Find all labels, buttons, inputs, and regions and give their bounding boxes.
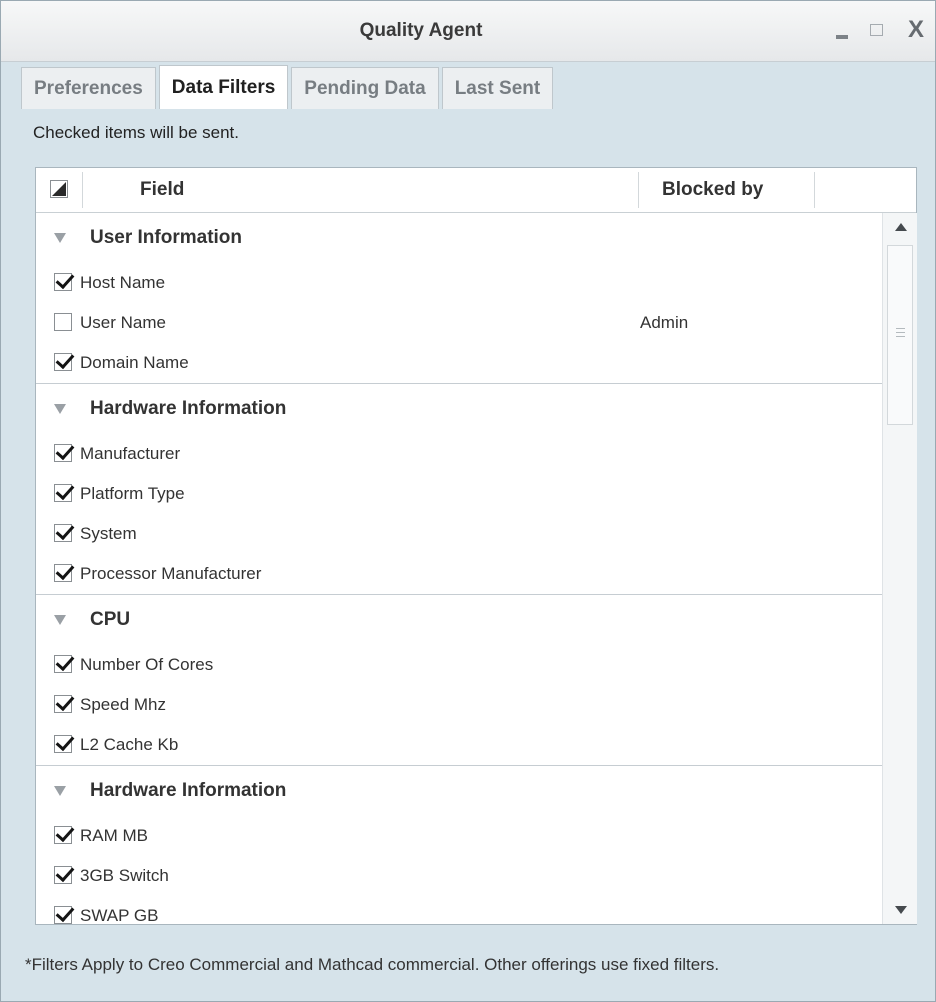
group-title: User Information	[90, 227, 243, 248]
scroll-down-arrow-icon[interactable]	[883, 894, 917, 924]
table-row: Platform Type	[36, 474, 882, 514]
quality-agent-window: Quality Agent X Preferences Data Filters…	[0, 0, 936, 1002]
table-row: Speed Mhz	[36, 685, 882, 725]
row-blocked-by: Admin	[640, 313, 689, 332]
row-field-label: System	[80, 524, 137, 543]
table-header: Field Blocked by	[36, 168, 916, 213]
row-field-label: 3GB Switch	[80, 866, 169, 885]
table-row: User Name Admin	[36, 303, 882, 343]
tab-last-sent[interactable]: Last Sent	[441, 67, 554, 109]
column-header-field[interactable]: Field	[140, 168, 184, 212]
row-field-label: Number Of Cores	[80, 655, 214, 674]
select-all-icon[interactable]	[50, 180, 68, 198]
row-checkbox[interactable]	[54, 353, 72, 371]
maximize-button[interactable]	[867, 21, 887, 41]
title-bar[interactable]: Quality Agent X	[1, 1, 935, 62]
tab-data-filters[interactable]: Data Filters	[158, 65, 289, 109]
row-checkbox[interactable]	[54, 564, 72, 582]
tab-bar: Preferences Data Filters Pending Data La…	[21, 65, 556, 111]
column-divider	[638, 172, 639, 208]
filters-table: Field Blocked by User Information Host Na…	[35, 167, 917, 925]
table-row: SWAP GB	[36, 896, 882, 924]
row-field-label: Platform Type	[80, 484, 185, 503]
row-field-label: Processor Manufacturer	[80, 564, 262, 583]
row-field-label: RAM MB	[80, 826, 148, 845]
close-button[interactable]: X	[901, 15, 931, 45]
column-divider	[82, 172, 83, 208]
row-field-label: User Name	[80, 313, 166, 332]
table-row: Processor Manufacturer	[36, 554, 882, 594]
row-checkbox[interactable]	[54, 273, 72, 291]
row-checkbox[interactable]	[54, 906, 72, 924]
group-header[interactable]: Hardware Information	[36, 765, 882, 816]
row-field-label: Host Name	[80, 273, 166, 292]
group-header[interactable]: CPU	[36, 594, 882, 645]
group-header[interactable]: User Information	[36, 213, 882, 263]
row-checkbox[interactable]	[54, 695, 72, 713]
collapse-triangle-icon[interactable]	[54, 404, 66, 414]
row-field-label: Manufacturer	[80, 444, 181, 463]
table-body: User Information Host Name User Name Admin D…	[36, 213, 882, 924]
row-checkbox[interactable]	[54, 826, 72, 844]
column-header-blocked-by[interactable]: Blocked by	[662, 168, 763, 212]
row-checkbox[interactable]	[54, 313, 72, 331]
table-row: Manufacturer	[36, 434, 882, 474]
collapse-triangle-icon[interactable]	[54, 786, 66, 796]
table-row: Host Name	[36, 263, 882, 303]
grip-line	[896, 328, 905, 329]
row-field-label: SWAP GB	[80, 906, 159, 924]
row-checkbox[interactable]	[54, 866, 72, 884]
scrollbar-thumb[interactable]	[887, 245, 913, 425]
table-row: L2 Cache Kb	[36, 725, 882, 765]
grip-line	[896, 336, 905, 337]
table-row: RAM MB	[36, 816, 882, 856]
table-row: Number Of Cores	[36, 645, 882, 685]
table-row: Domain Name	[36, 343, 882, 383]
row-checkbox[interactable]	[54, 524, 72, 542]
scroll-up-arrow-icon[interactable]	[883, 213, 917, 243]
minimize-button[interactable]	[833, 21, 853, 41]
hint-text: Checked items will be sent.	[33, 123, 239, 142]
tab-pending-data[interactable]: Pending Data	[291, 67, 439, 109]
data-filters-panel: Checked items will be sent. Field Blocke…	[21, 111, 935, 989]
group-title: Hardware Information	[90, 780, 287, 801]
row-field-label: Domain Name	[80, 353, 189, 372]
row-field-label: L2 Cache Kb	[80, 735, 179, 754]
group-title: CPU	[90, 609, 131, 630]
group-header[interactable]: Hardware Information	[36, 383, 882, 434]
window-title: Quality Agent	[359, 20, 483, 41]
group-title: Hardware Information	[90, 398, 287, 419]
tab-preferences[interactable]: Preferences	[21, 67, 156, 109]
table-row: 3GB Switch	[36, 856, 882, 896]
row-checkbox[interactable]	[54, 655, 72, 673]
collapse-triangle-icon[interactable]	[54, 233, 66, 243]
row-checkbox[interactable]	[54, 444, 72, 462]
grip-line	[896, 332, 905, 333]
row-checkbox[interactable]	[54, 484, 72, 502]
footer-note: *Filters Apply to Creo Commercial and Ma…	[25, 955, 720, 974]
collapse-triangle-icon[interactable]	[54, 615, 66, 625]
row-field-label: Speed Mhz	[80, 695, 166, 714]
table-row: System	[36, 514, 882, 554]
row-checkbox[interactable]	[54, 735, 72, 753]
vertical-scrollbar[interactable]	[882, 213, 917, 924]
column-divider	[814, 172, 815, 208]
